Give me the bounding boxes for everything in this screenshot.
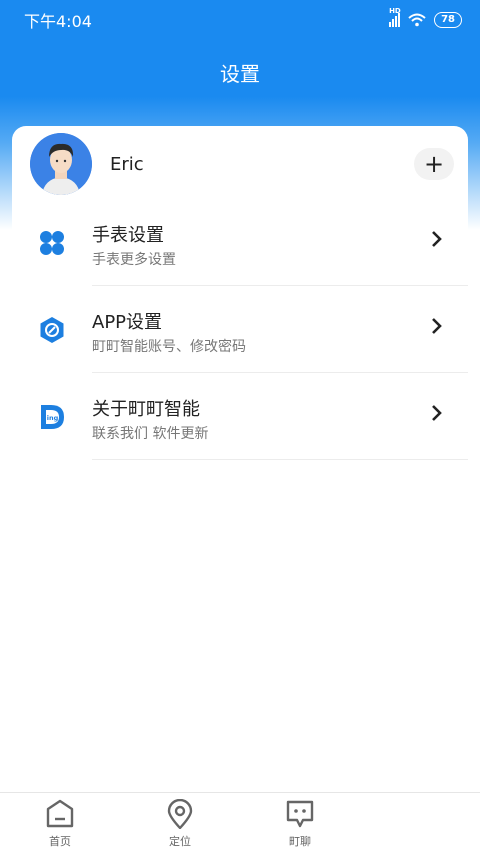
menu-item-title: APP设置 (92, 312, 163, 333)
nav-label-home: 首页 (49, 835, 71, 848)
status-bar: 下午4:04 HD 78 (0, 0, 480, 40)
location-pin-icon (167, 799, 193, 829)
settings-card: Eric + 手表设置 手表更多设置 APP设置 町町智能账号、修改密码 ing… (12, 126, 468, 806)
nav-item-home[interactable]: 首页 (0, 793, 120, 853)
bottom-nav: 首页 定位 町聊 (0, 792, 480, 853)
plus-icon: + (423, 150, 445, 178)
nav-item-location[interactable]: 定位 (120, 793, 240, 853)
nav-item-chat[interactable]: 町聊 (240, 793, 360, 853)
avatar[interactable] (30, 133, 92, 195)
add-device-button[interactable]: + (414, 148, 454, 180)
divider (92, 459, 468, 460)
menu-item-subtitle: 手表更多设置 (92, 252, 176, 268)
svg-text:ing: ing (47, 414, 59, 422)
nav-label-location: 定位 (169, 835, 191, 848)
signal-icon: HD (389, 7, 401, 27)
network-label: HD (389, 7, 401, 15)
page-title: 设置 (220, 62, 260, 86)
nav-label-chat: 町聊 (289, 835, 311, 848)
hexagon-compass-icon (36, 314, 68, 346)
chat-bubble-icon (286, 800, 314, 828)
menu-item-subtitle: 联系我们 软件更新 (92, 426, 209, 442)
user-name: Eric (110, 153, 144, 175)
status-icons: HD 78 (389, 7, 462, 28)
avatar-image (30, 133, 92, 195)
menu-item-title: 手表设置 (92, 225, 164, 246)
menu-item-watch-settings[interactable]: 手表设置 手表更多设置 (12, 199, 468, 286)
chevron-right-icon (432, 405, 442, 421)
menu-item-app-settings[interactable]: APP设置 町町智能账号、修改密码 (12, 286, 468, 373)
battery-indicator: 78 (434, 12, 462, 28)
chevron-right-icon (432, 231, 442, 247)
menu-item-subtitle: 町町智能账号、修改密码 (92, 339, 246, 355)
wifi-icon (408, 13, 426, 27)
home-icon (46, 799, 74, 828)
menu-item-title: 关于町町智能 (92, 399, 200, 420)
clover-icon (36, 227, 68, 259)
status-time: 下午4:04 (24, 12, 92, 31)
menu-item-about[interactable]: ing 关于町町智能 联系我们 软件更新 (12, 373, 468, 460)
profile-row[interactable]: Eric + (30, 132, 460, 196)
chevron-right-icon (432, 318, 442, 334)
ding-logo-icon: ing (36, 401, 68, 433)
